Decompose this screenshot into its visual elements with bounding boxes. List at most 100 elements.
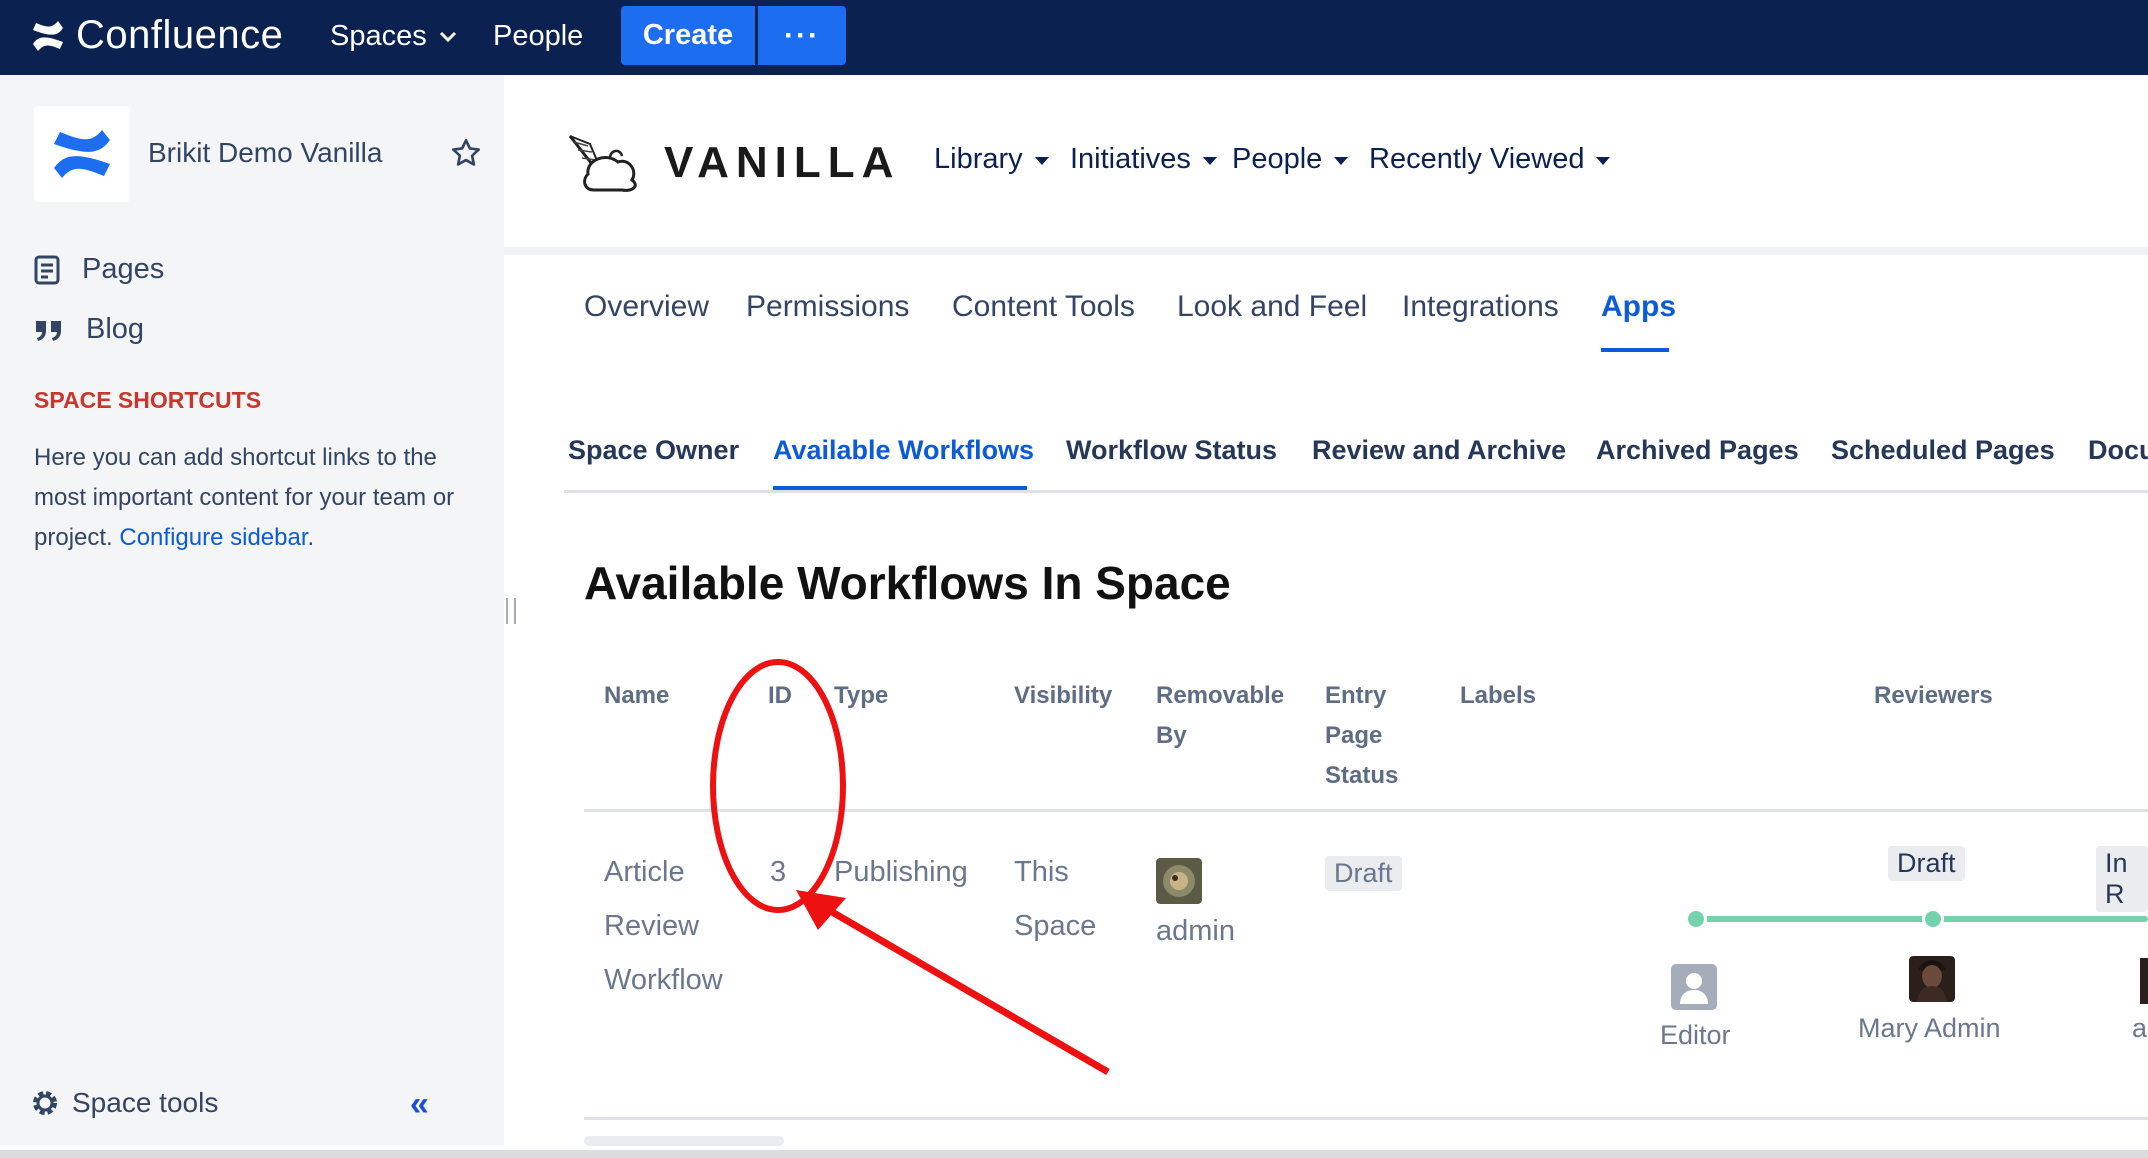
subtab-scheduled-pages[interactable]: Scheduled Pages	[1831, 435, 2055, 466]
people-link[interactable]: People	[493, 20, 583, 53]
horizontal-scrollbar[interactable]	[584, 1136, 784, 1146]
caret-down-icon	[1034, 156, 1049, 165]
removable-by-user: admin	[1156, 915, 1235, 947]
column-header-removable-by[interactable]: Removable By	[1156, 676, 1284, 756]
collapse-sidebar-icon[interactable]: «	[410, 1085, 429, 1124]
initiatives-label: Initiatives	[1070, 143, 1191, 175]
stage-lozenge: Draft	[1888, 846, 1965, 881]
shortcuts-period: .	[307, 524, 315, 551]
initiatives-menu[interactable]: Initiatives	[1070, 143, 1217, 176]
space-name[interactable]: Brikit Demo Vanilla	[148, 137, 382, 169]
caret-down-icon	[1202, 156, 1217, 165]
space-brand-name: VANILLA	[664, 138, 901, 187]
space-tools-label: Space tools	[72, 1087, 219, 1118]
space-sidebar: Brikit Demo Vanilla Pages Blog SPACE SHO…	[0, 75, 504, 1145]
subtab-review-and-archive[interactable]: Review and Archive	[1312, 435, 1566, 466]
name-line: Review	[604, 910, 700, 942]
quote-icon	[36, 320, 61, 341]
column-header-labels[interactable]: Labels	[1460, 676, 1536, 716]
page-title: Available Workflows In Space	[584, 557, 1231, 609]
reviewer-name: a	[2132, 1013, 2148, 1043]
recently-viewed-menu[interactable]: Recently Viewed	[1369, 143, 1611, 176]
mary-admin-avatar	[1909, 956, 1955, 1002]
sidebar-item-label: Blog	[86, 313, 145, 345]
column-header-visibility[interactable]: Visibility	[1014, 676, 1112, 716]
table-header-divider	[584, 809, 2148, 812]
column-header-reviewers[interactable]: Reviewers	[1874, 676, 1993, 716]
column-header-id[interactable]: ID	[768, 676, 792, 716]
space-avatar[interactable]	[34, 106, 130, 202]
workflow-type: Publishing	[834, 856, 968, 888]
gear-icon	[33, 1091, 57, 1115]
subtab-documents[interactable]: Docu	[2088, 435, 2148, 466]
tab-look-and-feel[interactable]: Look and Feel	[1177, 290, 1367, 324]
visibility-line: This	[1014, 856, 1069, 888]
space-header: VANILLA Library Initiatives People Recen…	[504, 75, 2148, 255]
stage-lozenge: In R	[2096, 846, 2148, 912]
recently-viewed-label: Recently Viewed	[1369, 143, 1585, 175]
sidebar-item-pages[interactable]: Pages	[34, 253, 164, 286]
tab-permissions[interactable]: Permissions	[746, 290, 909, 324]
header-line: Entry	[1325, 682, 1387, 709]
sidebar-resize-handle[interactable]	[506, 598, 516, 624]
active-tab-indicator	[1601, 348, 1669, 352]
subtab-workflow-status[interactable]: Workflow Status	[1066, 435, 1277, 466]
library-label: Library	[934, 143, 1023, 175]
caret-down-icon	[1596, 156, 1611, 165]
space-tools-button[interactable]: Space tools	[30, 1087, 218, 1119]
library-menu[interactable]: Library	[934, 143, 1049, 176]
name-line: Workflow	[604, 964, 723, 996]
column-header-entry-page-status[interactable]: Entry Page Status	[1325, 676, 1398, 796]
configure-sidebar-link[interactable]: Configure sidebar	[119, 524, 307, 551]
subtab-archived-pages[interactable]: Archived Pages	[1596, 435, 1799, 466]
name-line: Article	[604, 856, 685, 888]
tab-overview[interactable]: Overview	[584, 290, 709, 324]
reviewer-name: Editor	[1660, 1020, 1731, 1050]
star-icon[interactable]	[450, 137, 482, 169]
space-shortcuts-title: SPACE SHORTCUTS	[34, 387, 262, 413]
subtab-available-workflows[interactable]: Available Workflows	[773, 435, 1034, 466]
active-subtab-indicator	[773, 486, 1027, 490]
people-label: People	[1232, 143, 1323, 175]
subtab-divider	[564, 490, 2148, 493]
sidebar-item-label: Pages	[82, 253, 165, 285]
spaces-label: Spaces	[330, 20, 427, 52]
top-navigation-bar: Confluence Spaces People Create ···	[0, 0, 2148, 75]
create-button[interactable]: Create	[621, 6, 755, 65]
app-name: Confluence	[76, 13, 284, 57]
confluence-space-icon	[54, 130, 110, 178]
space-shortcuts-text: Here you can add shortcut links to the m…	[34, 438, 474, 558]
tab-apps[interactable]: Apps	[1601, 290, 1676, 324]
editor-avatar-icon	[1671, 964, 1717, 1010]
page-icon	[34, 255, 60, 284]
more-create-options-button[interactable]: ···	[758, 6, 846, 65]
sidebar-item-blog[interactable]: Blog	[34, 313, 144, 346]
workflow-id: 3	[770, 856, 787, 888]
spaces-menu[interactable]: Spaces	[330, 20, 457, 53]
tab-integrations[interactable]: Integrations	[1402, 290, 1559, 324]
admin-avatar	[1156, 858, 1202, 904]
confluence-logo[interactable]: Confluence	[30, 13, 283, 58]
entry-status-lozenge: Draft	[1325, 856, 1402, 891]
ice-cream-cone-icon	[568, 135, 637, 192]
subtab-space-owner[interactable]: Space Owner	[568, 435, 739, 466]
tab-content-tools[interactable]: Content Tools	[952, 290, 1135, 324]
reviewer-name: Mary Admin	[1858, 1013, 2001, 1043]
header-line: By	[1156, 722, 1187, 749]
column-header-name[interactable]: Name	[604, 676, 669, 716]
column-header-type[interactable]: Type	[834, 676, 888, 716]
header-line: Page	[1325, 722, 1383, 749]
window-bottom-edge	[0, 1150, 2148, 1158]
table-row-divider	[584, 1117, 2148, 1120]
header-line: Removable	[1156, 682, 1285, 709]
confluence-logo-icon	[33, 20, 63, 51]
header-line: Status	[1325, 762, 1399, 789]
people-menu[interactable]: People	[1232, 143, 1349, 176]
visibility-line: Space	[1014, 910, 1097, 942]
vanilla-logo[interactable]: VANILLA	[566, 130, 900, 196]
caret-down-icon	[1334, 156, 1349, 165]
workflow-stage-dot	[1685, 908, 1707, 930]
chevron-down-icon	[439, 31, 456, 42]
workflow-stage-dot	[1922, 908, 1944, 930]
workflow-name: Article Review Workflow	[604, 845, 723, 1007]
